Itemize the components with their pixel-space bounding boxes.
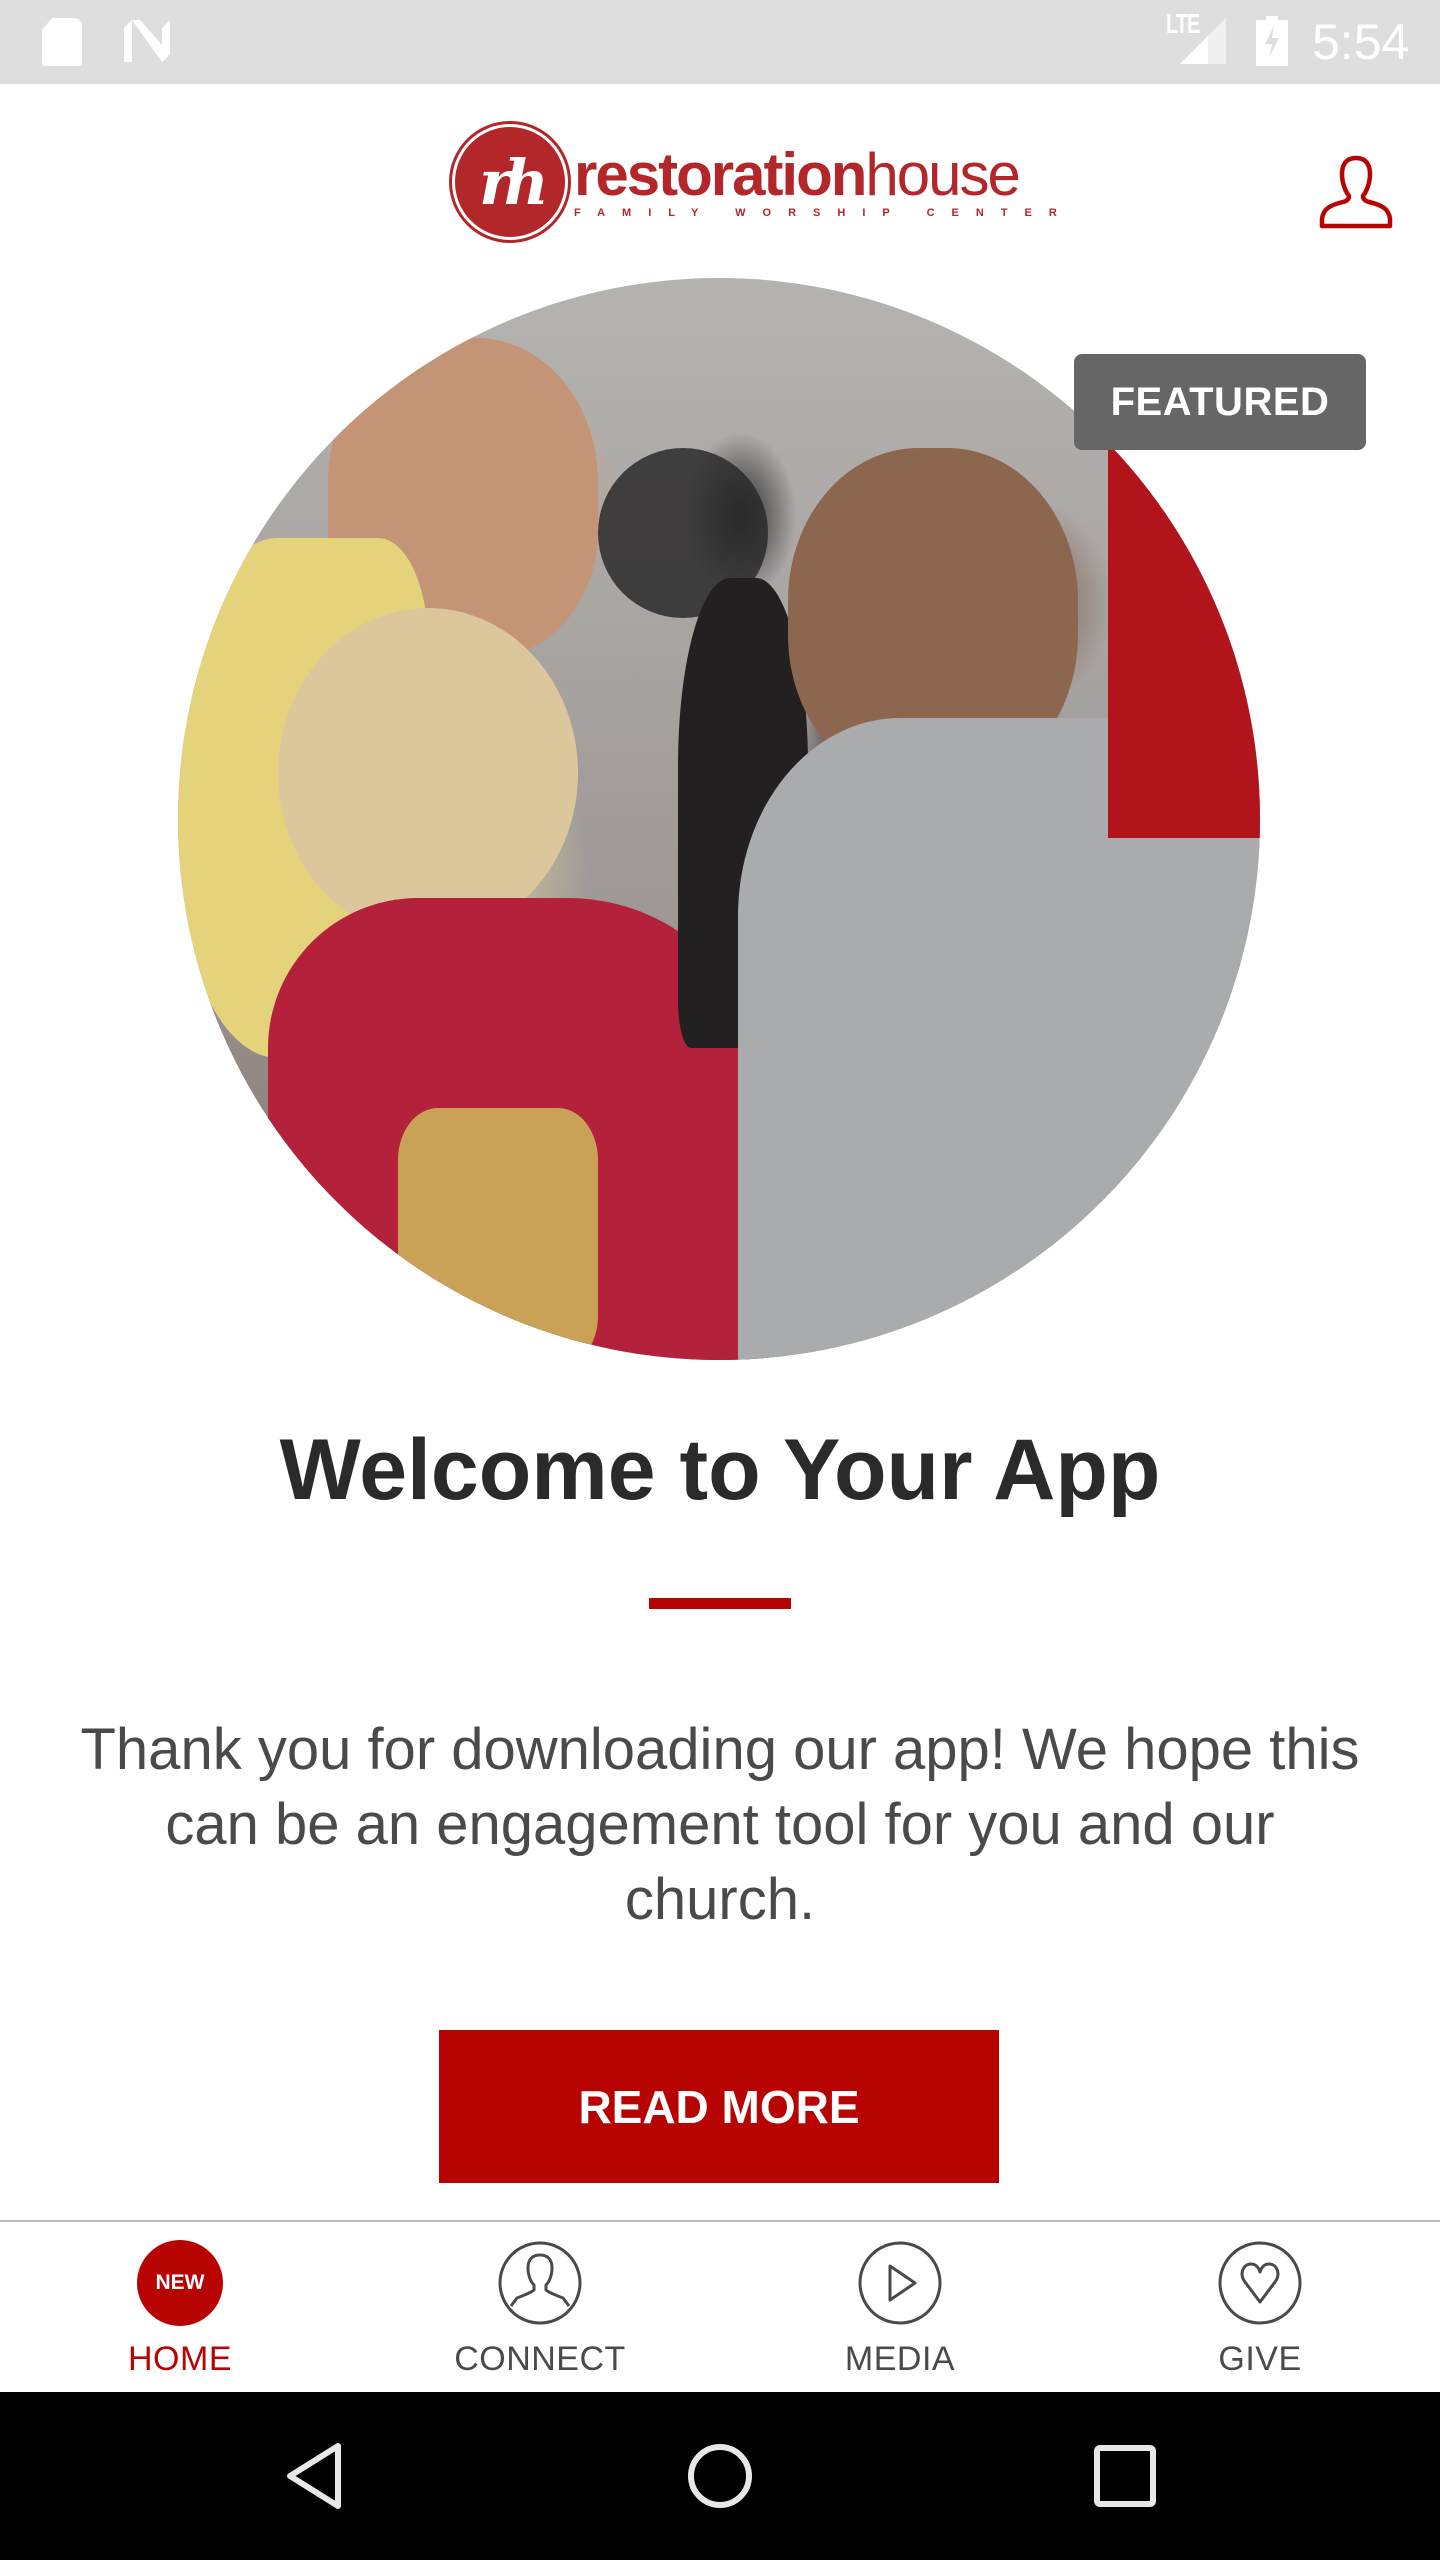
clock: 5:54: [1312, 14, 1410, 70]
photo-handbag: [398, 1108, 598, 1360]
lte-signal-icon: [1180, 18, 1226, 64]
heart-circle-icon: [1218, 2241, 1302, 2325]
sd-card-icon: [42, 18, 82, 66]
status-bar: LTE 5:54: [0, 0, 1440, 84]
featured-badge: FEATURED: [1074, 354, 1366, 450]
system-nav-bar: [0, 2392, 1440, 2560]
welcome-message: Thank you for downloading our app! We ho…: [80, 1717, 1360, 1932]
person-outline-icon: [1319, 155, 1393, 229]
battery-charging-icon: [1256, 16, 1288, 66]
logo-text: restorationhouse FAMILY WORSHIP CENTER: [574, 141, 1074, 220]
new-badge: NEW: [137, 2240, 223, 2326]
app-header: rh restorationhouse FAMILY WORSHIP CENTE…: [0, 84, 1440, 274]
logo-wordmark: restorationhouse: [574, 141, 1021, 208]
church-logo[interactable]: rh restorationhouse FAMILY WORSHIP CENTE…: [452, 122, 1057, 242]
logo-mark: rh: [452, 124, 568, 240]
profile-button[interactable]: [1316, 152, 1396, 232]
play-circle-icon: [858, 2241, 942, 2325]
photo-person-hair: [278, 608, 578, 938]
person-circle-icon: [498, 2241, 582, 2325]
tab-media[interactable]: MEDIA: [720, 2222, 1080, 2392]
tab-give-label: GIVE: [1218, 2340, 1302, 2378]
tab-home[interactable]: NEW HOME: [0, 2222, 360, 2392]
title-divider: [649, 1598, 791, 1609]
back-icon[interactable]: [276, 2436, 356, 2516]
read-more-button[interactable]: READ MORE: [439, 2030, 999, 2183]
tab-connect-label: CONNECT: [454, 2340, 626, 2378]
recents-square-icon[interactable]: [1085, 2436, 1165, 2516]
tab-home-label: HOME: [128, 2340, 232, 2378]
photo-red-wall: [1108, 418, 1260, 838]
home-circle-icon[interactable]: [680, 2436, 760, 2516]
logo-tagline: FAMILY WORSHIP CENTER: [574, 207, 1074, 219]
tab-media-label: MEDIA: [844, 2340, 956, 2378]
tab-connect[interactable]: CONNECT: [360, 2222, 720, 2392]
bottom-nav: NEW HOME CONNECT MEDIA GIVE: [0, 2220, 1440, 2392]
page-title: Welcome to Your App: [279, 1422, 1161, 1518]
tab-give[interactable]: GIVE: [1080, 2222, 1440, 2392]
n-notification-icon: [124, 20, 170, 62]
